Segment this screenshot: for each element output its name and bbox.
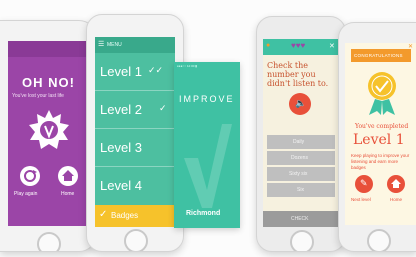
level-title: Level 1	[353, 132, 405, 148]
home-button[interactable]	[387, 175, 405, 193]
close-icon[interactable]: ✕	[408, 43, 413, 50]
checkmark-icon	[184, 124, 232, 208]
screen-oh-no: OH NO! You've lost your last life Play a…	[8, 41, 88, 226]
restart-icon	[24, 170, 37, 182]
level-row[interactable]: Level 4	[95, 167, 175, 204]
menu-title: MENU	[107, 42, 122, 48]
badge-icon: ✓	[99, 209, 108, 220]
badges-button[interactable]: ✓ Badges	[95, 205, 175, 227]
checkmark-icon: ✓✓	[148, 65, 164, 75]
congrats-banner: CONGRATULATIONS	[351, 49, 411, 62]
screen-question: ● ♥♥♥ ✕ Check the number you didn't list…	[263, 39, 339, 227]
answer-option[interactable]: Daily	[267, 135, 335, 149]
check-button[interactable]: CHECK	[263, 211, 339, 227]
speaker-icon: 🔈	[295, 98, 307, 108]
home-label[interactable]: Home	[61, 191, 74, 197]
level-row[interactable]: Level 1 ✓✓	[95, 53, 175, 91]
home-hardware-button[interactable]	[367, 229, 391, 251]
heart-icon: ♥♥♥	[291, 41, 306, 50]
screen-congratulations: CONGRATULATIONS ✕ You've completed Level…	[345, 43, 416, 225]
phone-menu: ☰ MENU Level 1 ✓✓ Level 2 ✓ Level 3 Leve…	[86, 14, 184, 252]
question-header: ● ♥♥♥ ✕	[263, 39, 339, 55]
screen-menu: ☰ MENU Level 1 ✓✓ Level 2 ✓ Level 3 Leve…	[95, 37, 175, 227]
home-hardware-button[interactable]	[37, 232, 61, 251]
phone-congratulations: CONGRATULATIONS ✕ You've completed Level…	[338, 22, 416, 252]
phone-question: ● ♥♥♥ ✕ Check the number you didn't list…	[256, 16, 346, 252]
medal-icon	[29, 110, 69, 149]
home-icon	[62, 170, 74, 181]
level-row[interactable]: Level 2 ✓	[95, 91, 175, 129]
badges-label: Badges	[111, 211, 139, 220]
play-again-button[interactable]	[20, 166, 40, 186]
level-label: Level 1	[100, 64, 142, 79]
top-bar	[8, 41, 88, 57]
splash-screen: ●●●○○ 12:00 ▮ IMPROVE Richmond	[174, 62, 240, 228]
answer-label: Six	[297, 187, 304, 193]
completed-text: You've completed	[355, 123, 409, 130]
publisher-logo: Richmond	[186, 210, 221, 217]
answer-label: Daily	[293, 139, 305, 145]
answer-option[interactable]: Dozens	[267, 151, 335, 165]
next-level-button[interactable]: ✎	[355, 175, 373, 193]
home-hardware-button[interactable]	[290, 230, 314, 251]
answer-label: Dozens	[291, 155, 308, 161]
menu-icon[interactable]: ☰	[98, 40, 104, 48]
level-label: Level 2	[100, 102, 142, 117]
level-row[interactable]: Level 3	[95, 129, 175, 167]
speaker-button[interactable]: 🔈	[289, 93, 311, 115]
home-label[interactable]: Home	[390, 197, 402, 202]
close-icon[interactable]: ✕	[329, 42, 335, 50]
home-button[interactable]	[58, 166, 78, 186]
status-bar: ●●●○○ 12:00 ▮	[177, 64, 197, 68]
phone-oh-no: OH NO! You've lost your last life Play a…	[0, 20, 97, 252]
answer-option[interactable]: Sixty six	[267, 167, 335, 181]
checkmark-icon: ✓	[159, 103, 167, 113]
answer-label: Sixty six	[289, 171, 308, 177]
home-hardware-button[interactable]	[124, 229, 148, 251]
next-level-label[interactable]: Next level	[351, 197, 371, 202]
question-text: Check the number you didn't listen to.	[267, 61, 329, 88]
answer-option[interactable]: Six	[267, 183, 335, 197]
check-label: CHECK	[291, 216, 309, 222]
home-icon	[391, 179, 401, 188]
next-icon: ✎	[360, 178, 368, 188]
menu-header: ☰ MENU	[95, 37, 175, 53]
encouragement-text: Keep playing to improve your listening a…	[351, 153, 410, 170]
level-label: Level 3	[100, 140, 142, 155]
page-title: OH NO!	[22, 75, 75, 90]
progress-icons: ●	[266, 42, 271, 49]
play-again-label[interactable]: Play again	[14, 191, 37, 197]
level-label: Level 4	[100, 178, 142, 193]
brand-logo: IMPROVE	[179, 94, 235, 104]
subtitle: You've lost your last life	[12, 93, 64, 99]
banner-label: CONGRATULATIONS	[354, 53, 403, 58]
medal-icon	[368, 72, 396, 115]
